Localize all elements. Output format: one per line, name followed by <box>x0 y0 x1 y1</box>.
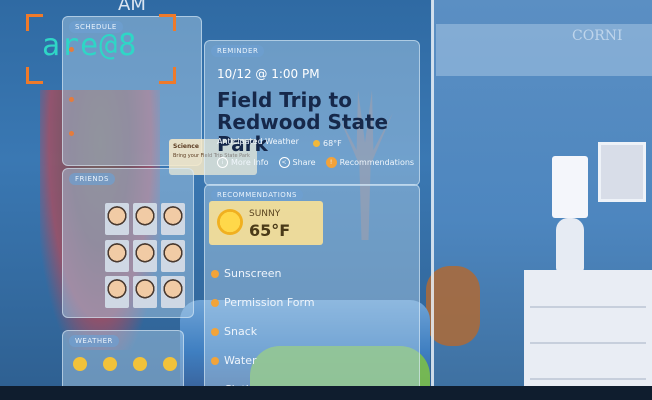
lamp-shade <box>552 156 588 218</box>
teddy-bear <box>426 266 480 346</box>
dresser-drawer <box>530 312 646 344</box>
recommendation-label: Sunscreen <box>224 267 282 280</box>
reminder-time: 10/12 @ 1:00 PM <box>217 67 320 81</box>
recommendations-header-label: RECOMMENDATIONS <box>211 189 303 201</box>
friends-header-label: FRIENDS <box>69 173 115 185</box>
recommendations-panel[interactable]: RECOMMENDATIONS SUNNY 65°F Sunscreen Per… <box>204 184 420 396</box>
friend-avatar[interactable] <box>133 239 157 272</box>
weather-header-label: WEATHER <box>69 335 119 347</box>
recommendation-list: Sunscreen Permission Form Snack Water Cl… <box>211 259 315 400</box>
logo-corner <box>159 67 176 84</box>
watermark-text: CORNI <box>572 28 623 44</box>
recommendation-item[interactable]: Sunscreen <box>211 259 315 288</box>
friend-avatar[interactable] <box>133 203 157 235</box>
recommendation-label: Permission Form <box>224 296 315 309</box>
logo-corner <box>26 67 43 84</box>
reminder-temp-value: 68°F <box>323 139 342 148</box>
picture-frame <box>598 142 646 202</box>
reminder-subtitle: Anticipated Weather <box>217 137 299 146</box>
weather-panel[interactable]: WEATHER <box>62 330 184 392</box>
bullet-icon <box>211 356 219 365</box>
logo-corner <box>159 14 176 31</box>
friend-avatar[interactable] <box>133 276 157 309</box>
recommendations-header: RECOMMENDATIONS <box>211 189 303 201</box>
schedule-card-title: Science <box>173 143 199 150</box>
reminder-title-line1: Field Trip to <box>217 88 352 112</box>
reminder-header: REMINDER <box>211 45 265 57</box>
dresser-drawer <box>530 276 646 308</box>
sun-icon <box>163 357 177 371</box>
share-button[interactable]: < Share <box>278 157 316 168</box>
friend-avatar[interactable] <box>161 203 185 235</box>
sun-icon <box>133 357 147 371</box>
friends-header: FRIENDS <box>69 173 115 185</box>
weather-summary-card: SUNNY 65°F <box>209 201 323 245</box>
bullet-icon <box>211 327 219 336</box>
weather-forecast-row <box>73 357 177 381</box>
recommendation-item[interactable]: Snack <box>211 317 315 346</box>
friend-avatar[interactable] <box>161 239 185 272</box>
weather-header: WEATHER <box>69 335 119 347</box>
reminder-temp: 68°F <box>313 139 342 148</box>
bedroom-scene: CORNI AM SCHEDULE Science Bring your Fie… <box>0 0 652 400</box>
reminder-actions: i More Info < Share ! Recommendations <box>217 157 414 168</box>
schedule-dot-icon <box>69 131 74 136</box>
recommendations-label: Recommendations <box>339 158 415 167</box>
recommendation-item[interactable]: Water <box>211 346 315 375</box>
share-label: Share <box>292 158 316 167</box>
logo-corner <box>26 14 43 31</box>
friend-avatar[interactable] <box>105 239 129 272</box>
logo-text: are@8 <box>42 28 138 63</box>
glass-divider <box>431 0 434 400</box>
recommendation-label: Water <box>224 354 257 367</box>
share-icon: < <box>278 157 290 168</box>
reminder-header-label: REMINDER <box>211 45 265 57</box>
bullet-icon <box>211 298 219 307</box>
recommendations-button[interactable]: ! Recommendations <box>325 157 415 168</box>
sun-icon <box>217 209 243 235</box>
weather-condition: SUNNY <box>249 209 281 219</box>
weather-temperature: 65°F <box>249 221 291 240</box>
reminder-panel[interactable]: REMINDER 10/12 @ 1:00 PM Field Trip to R… <box>204 40 420 186</box>
info-icon: i <box>217 157 228 168</box>
friends-panel[interactable]: FRIENDS <box>62 168 194 318</box>
friend-avatar[interactable] <box>105 276 129 309</box>
clock-text: AM <box>118 0 146 15</box>
dresser <box>524 270 652 386</box>
sun-icon <box>73 357 87 371</box>
bullet-icon <box>211 269 219 278</box>
logo: are@8 <box>26 14 176 84</box>
lamp-base <box>556 218 584 272</box>
sun-icon <box>103 357 117 371</box>
friend-avatar[interactable] <box>105 203 129 235</box>
sun-icon <box>313 140 320 147</box>
video-bottom-bar <box>0 386 652 400</box>
more-info-button[interactable]: i More Info <box>217 157 269 168</box>
schedule-dot-icon <box>69 97 74 102</box>
more-info-label: More Info <box>231 158 269 167</box>
recommendations-icon: ! <box>325 157 337 168</box>
dresser-drawer <box>530 348 646 380</box>
friend-avatar[interactable] <box>161 276 185 309</box>
recommendation-item[interactable]: Permission Form <box>211 288 315 317</box>
friends-grid <box>105 203 187 309</box>
recommendation-label: Snack <box>224 325 258 338</box>
reminder-title-line2: Redwood State Park <box>217 110 389 156</box>
